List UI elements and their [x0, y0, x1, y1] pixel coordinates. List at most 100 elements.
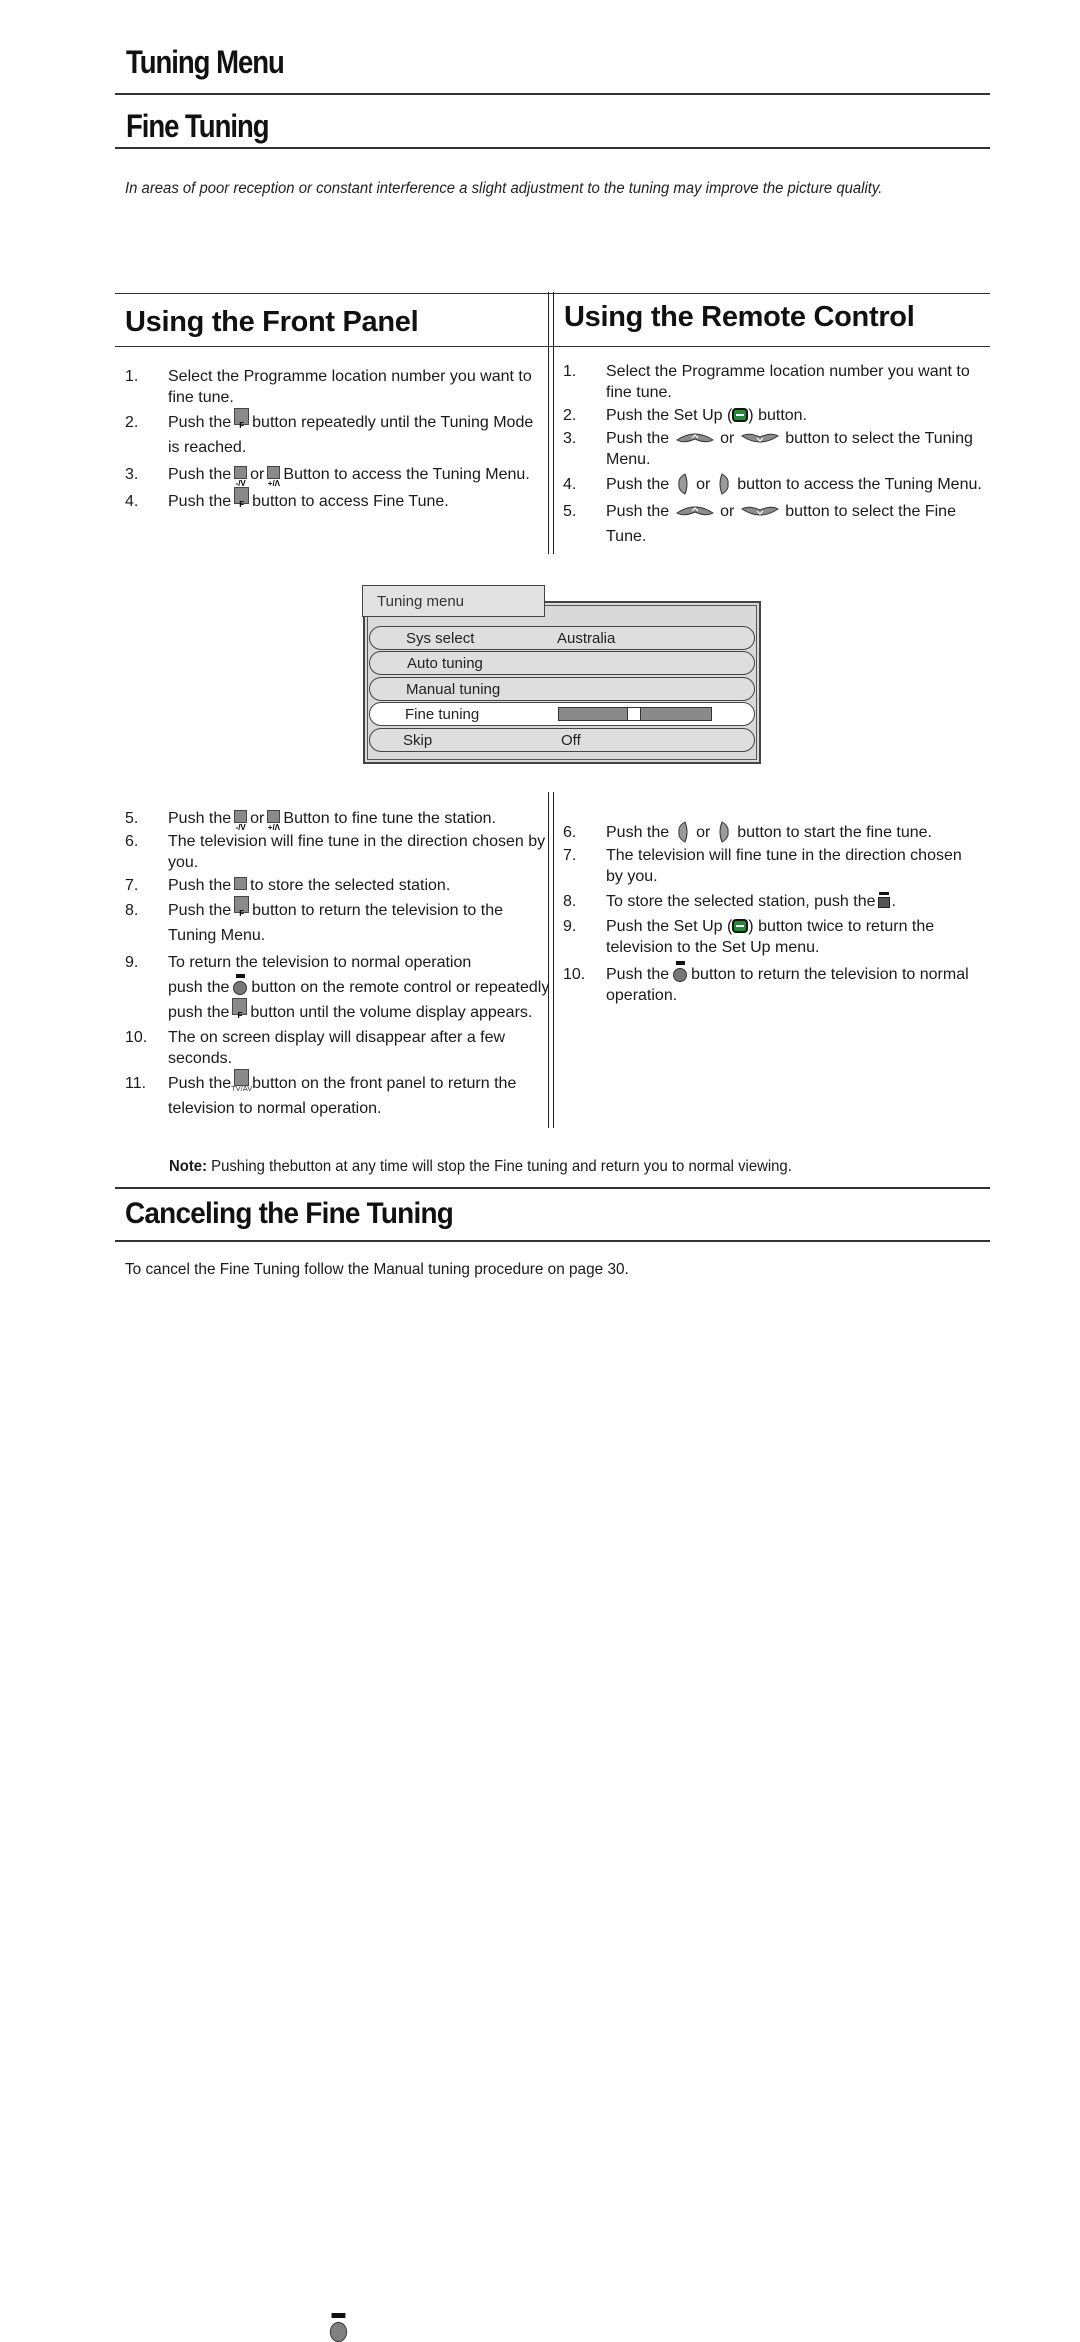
canceling-heading: Canceling the Fine Tuning — [125, 1197, 454, 1230]
osd-row-sys-select[interactable]: Sys select Australia — [369, 626, 755, 650]
step-item: 9. To return the television to normal ope… — [125, 950, 550, 1025]
step-text: Push the — [606, 824, 670, 841]
step-number: 1. — [125, 368, 139, 385]
step-text: or — [696, 824, 711, 841]
f-button-icon: F — [234, 487, 250, 509]
icon-label: F — [239, 421, 245, 430]
step-text: The television will fine tune in the dir… — [606, 847, 962, 885]
step-text: button to access the Tuning Menu. — [737, 476, 982, 493]
osd-row-skip[interactable]: Skip Off — [369, 728, 755, 752]
store-button-icon — [877, 892, 890, 908]
step-item: 6. Push the or button to start the fine t… — [563, 820, 983, 845]
tv-round-button-icon — [329, 2313, 348, 2342]
divider — [115, 1187, 990, 1189]
step-text: Select the Programme location number you… — [606, 363, 970, 401]
icon-label: F — [239, 909, 245, 918]
step-text: Push the Set Up ( — [606, 407, 733, 424]
step-item: 4. Push the Fbutton to access Fine Tune. — [125, 487, 535, 514]
plus-a-button-icon: +/Λ — [267, 466, 281, 488]
step-text: push the — [168, 979, 230, 996]
step-item: 8. Push the Fbutton to return the televisi… — [125, 896, 550, 948]
osd-row-label: Sys select — [406, 630, 475, 647]
front-panel-steps-continued: 5. Push the -/V or +/Λ Button to fine tune th… — [125, 808, 550, 1123]
step-number: 3. — [125, 466, 139, 483]
setup-button-icon — [732, 919, 749, 933]
step-number: 7. — [125, 877, 139, 894]
front-panel-steps: 1. Select the Programme location number y… — [125, 366, 535, 516]
step-text: or — [250, 466, 265, 483]
step-number: 6. — [125, 833, 139, 850]
step-number: 8. — [125, 902, 139, 919]
step-number: 10. — [563, 966, 586, 983]
osd-row-auto-tuning[interactable]: Auto tuning — [369, 651, 755, 675]
column-divider — [553, 792, 554, 1128]
minus-v-button-icon: -/V — [234, 810, 248, 832]
step-text: The television will fine tune in the dir… — [168, 833, 546, 871]
osd-row-label: Fine tuning — [405, 706, 480, 723]
step-text: Push the — [606, 430, 670, 447]
step-text: Push the — [606, 503, 670, 520]
left-button-icon — [677, 821, 688, 843]
setup-button-icon — [732, 408, 749, 422]
step-item: 3. Push the -/V or +/Λ Button to access the T… — [125, 462, 535, 488]
osd-row-fine-tuning[interactable]: Fine tuning — [369, 702, 755, 726]
note-text: button at any time will stop the Fine tu… — [289, 1158, 792, 1175]
right-button-icon — [719, 821, 729, 843]
step-text: ) button. — [748, 407, 807, 424]
step-text: Push the — [168, 493, 232, 510]
osd-row-label: Manual tuning — [406, 681, 501, 698]
divider — [115, 93, 990, 95]
minus-v-button-icon: -/V — [234, 466, 248, 488]
step-item: 8. To store the selected station, push th… — [563, 889, 983, 914]
f-button-icon: F — [234, 408, 250, 430]
divider — [115, 1240, 990, 1242]
step-item: 1. Select the Programme location number y… — [125, 366, 535, 408]
step-number: 2. — [125, 414, 139, 431]
osd-row-label: Skip — [403, 732, 433, 749]
step-number: 8. — [563, 893, 577, 910]
store-button-icon — [234, 877, 248, 890]
osd-title: Tuning menu — [362, 585, 545, 617]
step-item: 11. Push the TV/AV button on the front pane… — [125, 1069, 550, 1121]
step-text: Push the — [168, 414, 232, 431]
cancel-instructions: To cancel the Fine Tuning follow the Man… — [125, 1261, 629, 1278]
step-text: button until the volume display appears. — [250, 1004, 533, 1021]
step-item: 10. The on screen display will disappear … — [125, 1027, 550, 1069]
step-text: Push the — [168, 810, 232, 827]
tuning-menu-osd: Tuning menu Sys select Australia Auto tu… — [362, 585, 761, 764]
divider — [115, 147, 990, 149]
step-item: 1. Select the Programme location number y… — [563, 361, 983, 403]
remote-control-steps: 1. Select the Programme location number y… — [563, 361, 983, 551]
tv-av-button-icon: TV/AV — [231, 1069, 252, 1093]
page-title: Tuning Menu — [126, 44, 285, 80]
column-divider — [553, 292, 554, 554]
step-text: Push the — [168, 902, 232, 919]
step-text: Push the Set Up ( — [606, 918, 733, 935]
osd-row-manual-tuning[interactable]: Manual tuning — [369, 677, 755, 701]
slider-thumb[interactable] — [627, 706, 641, 721]
f-button-icon: F — [232, 998, 248, 1020]
note: Note: Pushing the button at any time will… — [169, 1158, 792, 2342]
section-title: Fine Tuning — [126, 108, 270, 144]
up-arrow-button-icon — [675, 433, 714, 443]
osd-row-value: Australia — [557, 630, 616, 647]
step-number: 10. — [125, 1029, 148, 1046]
down-arrow-button-icon — [740, 506, 779, 516]
step-item: 9. Push the Set Up () button twice to ret… — [563, 916, 983, 958]
step-text: Select the Programme location number you… — [168, 368, 532, 406]
column-divider — [548, 292, 549, 554]
step-number: 9. — [563, 918, 577, 935]
left-button-icon — [677, 473, 688, 495]
step-item: 3. Push the or button to select the Tunin… — [563, 428, 983, 470]
fine-tuning-slider[interactable] — [558, 706, 712, 721]
step-number: 4. — [563, 476, 577, 493]
step-number: 3. — [563, 430, 577, 447]
down-arrow-button-icon — [740, 433, 779, 443]
osd-row-label: Auto tuning — [407, 655, 483, 672]
step-number: 11. — [125, 1075, 147, 1092]
osd-row-value: Off — [561, 732, 581, 749]
step-number: 1. — [563, 363, 577, 380]
front-panel-heading: Using the Front Panel — [125, 306, 419, 338]
step-item: 5. Push the or button to select the Fine … — [563, 499, 983, 549]
step-item: 7. Push the to store the selected station. — [125, 875, 550, 896]
